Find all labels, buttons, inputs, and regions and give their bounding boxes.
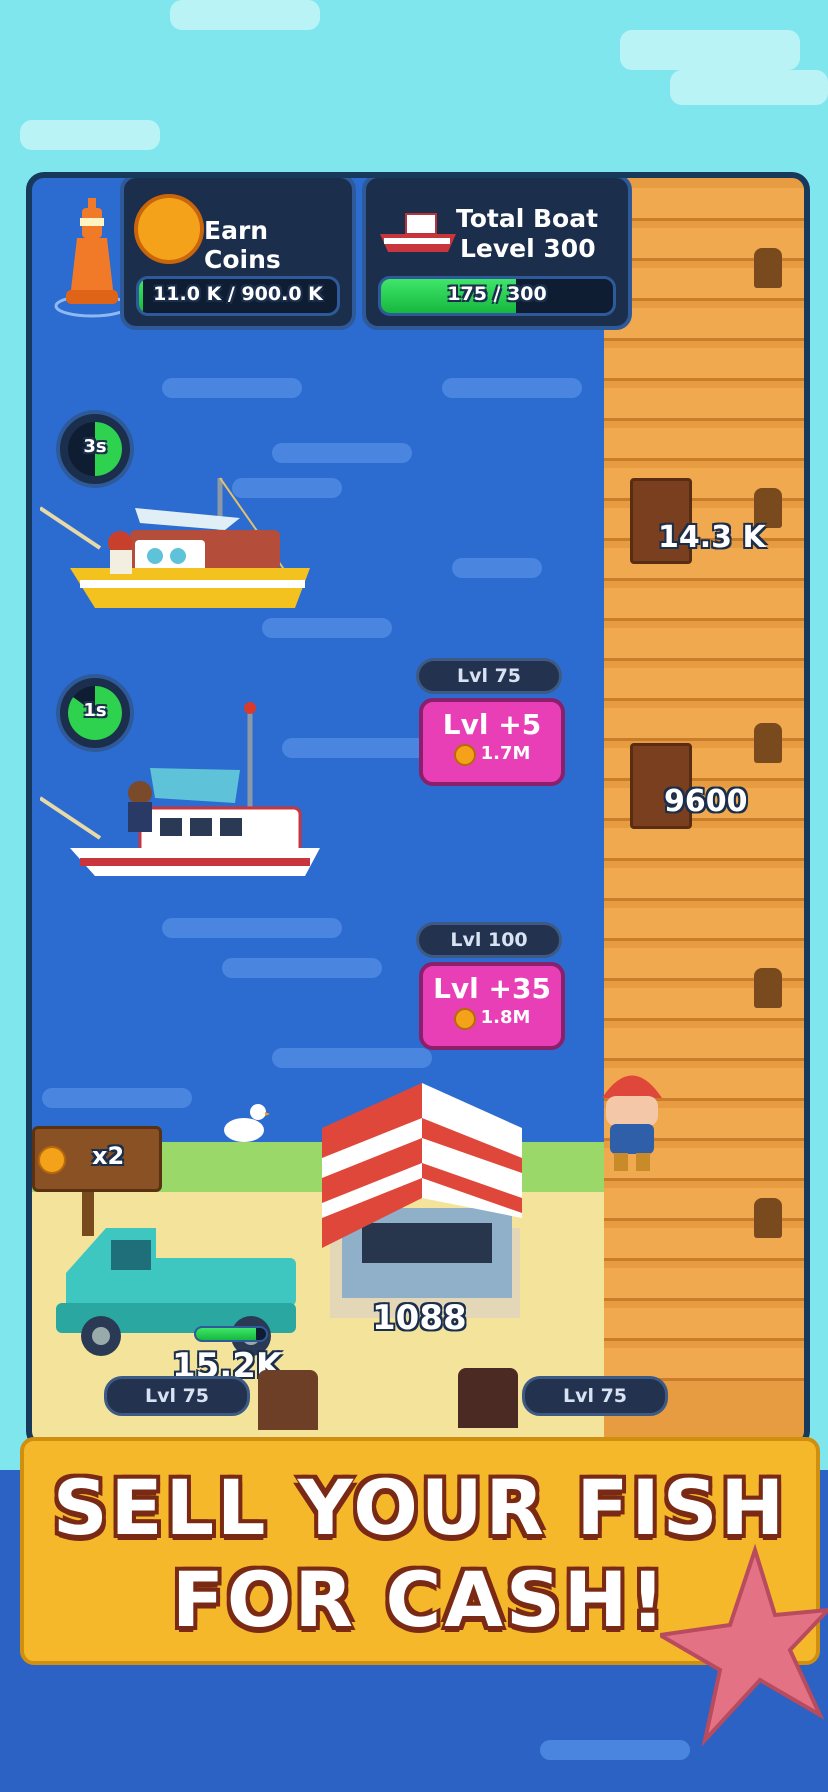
dock-post (754, 968, 782, 1008)
coin-icon (453, 1007, 476, 1030)
wave (442, 378, 582, 398)
total-boat-level-panel[interactable]: Total Boat Level 300 175 / 300 (362, 178, 632, 330)
coins-progress-bar: 11.0 K / 900.0 K (136, 276, 340, 316)
seagull-icon (220, 1098, 270, 1148)
wave (452, 558, 542, 578)
wave (222, 958, 382, 978)
boat-level-progress-text: 175 / 300 (447, 283, 547, 305)
coin-icon (453, 743, 476, 766)
cloud (170, 0, 320, 30)
truck-load-fill (196, 1328, 256, 1340)
earn-coins-label: Earn Coins (204, 216, 281, 274)
boat-1-upgrade-button[interactable]: Lvl +5 1.7M (419, 698, 565, 786)
left-worker-avatar (258, 1370, 318, 1430)
earn-coins-panel[interactable]: Earn Coins 11.0 K / 900.0 K (120, 178, 356, 330)
boat-1-upgrade-label: Lvl +5 (442, 708, 542, 741)
fish-market-building[interactable] (322, 1078, 542, 1318)
boat-2-upgrade-button[interactable]: Lvl +35 1.8M (419, 962, 565, 1050)
boat-2-upgrade-cost: 1.8M (480, 1007, 531, 1028)
cloud (620, 30, 800, 70)
boat-level-label-1: Total Boat (456, 204, 599, 233)
delivery-truck[interactable] (56, 1218, 306, 1358)
boat-1-upgrade-cost: 1.7M (480, 743, 531, 764)
boat-level-label-2: Level 300 (460, 234, 596, 263)
cloud (20, 120, 160, 150)
boat-2-catch-value: 9600 (664, 784, 748, 819)
coin-icon (134, 194, 204, 264)
multiplier-sign[interactable]: x2 (32, 1126, 162, 1236)
coins-progress-text: 11.0 K / 900.0 K (153, 283, 323, 305)
boat-2-upgrade-label: Lvl +35 (433, 972, 551, 1005)
wave (272, 1048, 432, 1068)
boat-1-level-pill: Lvl 75 (416, 658, 562, 694)
wave (272, 443, 412, 463)
boat-icon (376, 208, 460, 256)
banner-line-1: SELL YOUR FISH (52, 1463, 788, 1552)
left-worker-level-pill: Lvl 75 (104, 1376, 250, 1416)
right-worker-level-pill: Lvl 75 (522, 1376, 668, 1416)
fishing-boat-1[interactable] (38, 468, 340, 618)
dock-post (754, 723, 782, 763)
coin-icon (38, 1146, 66, 1174)
boat-1-catch-value: 14.3 K (658, 520, 766, 555)
wave (162, 378, 302, 398)
market-value: 1088 (372, 1298, 467, 1338)
wave (162, 918, 342, 938)
multiplier-text: x2 (92, 1142, 125, 1170)
fishing-boat-2[interactable] (38, 698, 340, 878)
game-viewport: Earn Coins 11.0 K / 900.0 K Total Boat L… (26, 172, 810, 1449)
wave (262, 618, 392, 638)
cloud (670, 70, 828, 105)
truck-load-bar (194, 1326, 268, 1342)
wave (42, 1088, 192, 1108)
dock-post (754, 1198, 782, 1238)
boat-2-level-pill: Lvl 100 (416, 922, 562, 958)
starfish-icon (654, 1540, 828, 1760)
dock-post (754, 248, 782, 288)
right-worker-avatar (458, 1368, 518, 1428)
boat-level-progress-bar: 175 / 300 (378, 276, 616, 316)
dock-worker[interactable] (592, 1058, 672, 1178)
boat-1-timer-text: 3s (83, 436, 107, 457)
